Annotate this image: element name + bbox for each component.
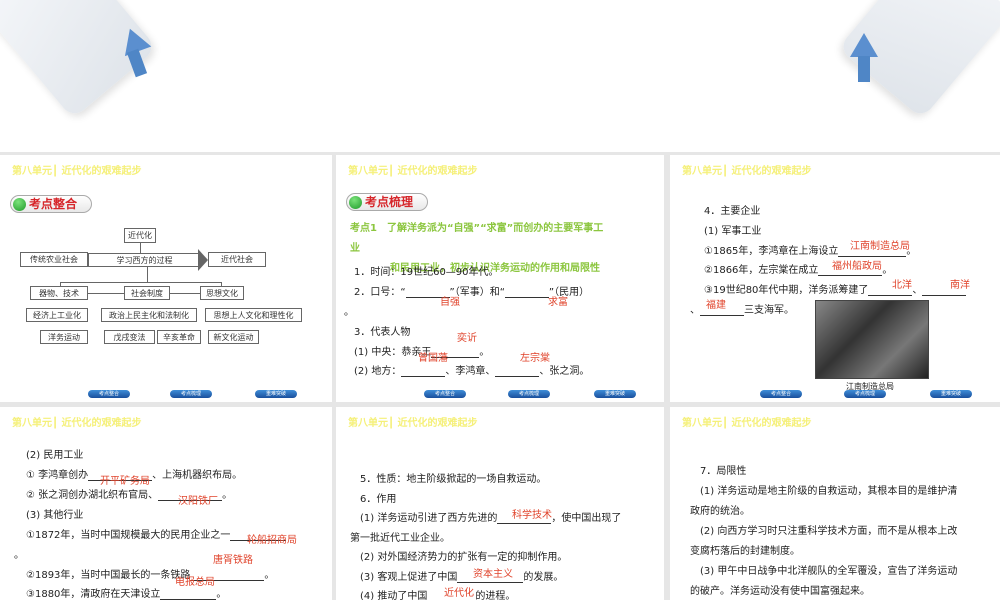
text: (3) 客观上促进了中国 的发展。: [360, 572, 564, 583]
answer: 近代化: [444, 588, 474, 599]
box-e2: 戊戌变法: [104, 330, 155, 344]
answer: 奕䜣: [457, 333, 477, 344]
answer: 开平矿务局: [100, 476, 150, 487]
answer: 唐胥铁路: [213, 555, 253, 566]
point-title-cont: 业: [350, 243, 360, 254]
text: (1) 洋务运动引进了西方先进的 ，使中国出现了: [360, 513, 622, 524]
answer: 轮船招商局: [247, 535, 297, 546]
nav-button-breakthrough[interactable]: 重难突破: [594, 390, 636, 398]
nav-button-review[interactable]: 考点梳理: [170, 390, 212, 398]
badge-label: 考点整合: [29, 197, 78, 211]
section-badge: 考点梳理: [346, 193, 429, 211]
text: 4．主要企业: [704, 206, 761, 217]
nav-button-review[interactable]: 考点梳理: [508, 390, 550, 398]
nav-button-review[interactable]: 考点梳理: [844, 390, 886, 398]
nav-button-integration[interactable]: 考点整合: [760, 390, 802, 398]
text: 第一批近代工业企业。: [350, 533, 450, 544]
answer: 福建: [706, 300, 726, 311]
unit-header: 第八单元┃ 近代化的艰难起步: [12, 418, 142, 429]
text: 政府的统治。: [690, 506, 750, 517]
box-c1: 器物、技术: [30, 286, 88, 300]
nav-button-breakthrough[interactable]: 重难突破: [255, 390, 297, 398]
unit-header: 第八单元┃ 近代化的艰难起步: [348, 418, 478, 429]
text: (2) 民用工业: [26, 450, 84, 461]
box-d3: 思想上人文化和理性化: [205, 308, 302, 322]
text: 。: [14, 550, 24, 561]
section-badge: 考点整合: [10, 195, 93, 213]
factory-photo: [815, 300, 929, 379]
text: (3) 甲午中日战争中北洋舰队的全军覆没，宣告了洋务运动: [700, 566, 958, 577]
arrow-icon: [850, 33, 878, 57]
unit-header: 第八单元┃ 近代化的艰难起步: [682, 418, 812, 429]
box-traditional: 传统农业社会: [20, 252, 88, 267]
box-d1: 经济上工业化: [26, 308, 88, 322]
box-e4: 新文化运动: [208, 330, 259, 344]
green-dot-icon: [13, 198, 26, 211]
unit-header: 第八单元┃ 近代化的艰难起步: [348, 166, 478, 177]
box-e3: 辛亥革命: [157, 330, 201, 344]
text: 7．局限性: [700, 466, 747, 477]
box-e1: 洋务运动: [40, 330, 88, 344]
box-modernization: 近代化: [124, 228, 156, 243]
text: (3) 其他行业: [26, 510, 84, 521]
slide-4[interactable]: 第八单元┃ 近代化的艰难起步 (2) 民用工业 ① 李鸿章创办 、上海机器织布局。…: [0, 407, 332, 600]
answer: 福州船政局: [832, 261, 882, 272]
answer: 曾国藩: [418, 353, 448, 364]
box-d2: 政治上民主化和法制化: [101, 308, 197, 322]
text: 的破产。洋务运动没有使中国富强起来。: [690, 586, 870, 597]
slide-3[interactable]: 第八单元┃ 近代化的艰难起步 4．主要企业 (1) 军事工业 ①1865年，李鸿…: [670, 155, 1000, 402]
box-c2: 社会制度: [124, 286, 170, 300]
point-title: 考点1 了解洋务派为“自强”“求富”而创办的主要军事工: [350, 223, 604, 234]
text-period: 。: [344, 307, 354, 318]
top-banner: [0, 0, 1000, 152]
box-c3: 思想文化: [200, 286, 244, 300]
box-arrow: 学习西方的过程: [88, 253, 200, 267]
text: (1) 军事工业: [704, 226, 762, 237]
badge-label: 考点梳理: [365, 195, 414, 209]
text: 6．作用: [360, 494, 397, 505]
answer: 自强: [440, 297, 460, 308]
text: ③19世纪80年代中期，洋务派筹建了、: [704, 281, 967, 296]
text: (2) 对外国经济势力的扩张有一定的抑制作用。: [360, 552, 568, 563]
text: (1) 洋务运动是地主阶级的自救运动，其根本目的是维护清: [700, 486, 958, 497]
text: (2) 向西方学习时只注重科学技术方面，而不是从根本上改: [700, 526, 958, 537]
text-time: 1．时间：19世纪60—90年代。: [354, 267, 499, 278]
green-dot-icon: [349, 196, 362, 209]
text: ②1893年，当时中国最长的一条铁路。: [26, 570, 275, 581]
nav-button-breakthrough[interactable]: 重难突破: [930, 390, 972, 398]
unit-header: 第八单元┃ 近代化的艰难起步: [12, 166, 142, 177]
answer: 电报总局: [175, 577, 215, 588]
slide-6[interactable]: 第八单元┃ 近代化的艰难起步 7．局限性 (1) 洋务运动是地主阶级的自救运动，…: [670, 407, 1000, 600]
answer: 科学技术: [512, 510, 552, 521]
arrow-shaft: [858, 56, 870, 82]
text: 5．性质：地主阶级掀起的一场自救运动。: [360, 474, 547, 485]
text-local: (2) 地方： 、李鸿章、 、张之洞。: [354, 366, 590, 377]
box-modern-society: 近代社会: [208, 252, 266, 267]
slide-1[interactable]: 第八单元┃ 近代化的艰难起步 考点整合 近代化 传统农业社会 学习西方的过程 近…: [0, 155, 332, 402]
answer: 求富: [548, 297, 568, 308]
unit-header: 第八单元┃ 近代化的艰难起步: [682, 166, 812, 177]
answer: 江南制造总局: [850, 241, 910, 252]
arrow-head-icon: [198, 249, 208, 271]
nav-button-integration[interactable]: 考点整合: [88, 390, 130, 398]
slide-5[interactable]: 第八单元┃ 近代化的艰难起步 5．性质：地主阶级掀起的一场自救运动。 6．作用 …: [336, 407, 664, 600]
text: 变腐朽落后的封建制度。: [690, 546, 800, 557]
slide-2[interactable]: 第八单元┃ 近代化的艰难起步 考点梳理 考点1 了解洋务派为“自强”“求富”而创…: [336, 155, 664, 402]
nav-button-integration[interactable]: 考点整合: [424, 390, 466, 398]
answer: 南洋: [950, 280, 970, 291]
answer: 左宗棠: [520, 353, 550, 364]
answer: 汉阳铁厂: [178, 496, 218, 507]
answer: 北洋: [892, 280, 912, 291]
text-figures: 3．代表人物: [354, 327, 411, 338]
answer: 资本主义: [473, 569, 513, 580]
text: (4) 推动了中国 的进程。: [360, 591, 516, 600]
